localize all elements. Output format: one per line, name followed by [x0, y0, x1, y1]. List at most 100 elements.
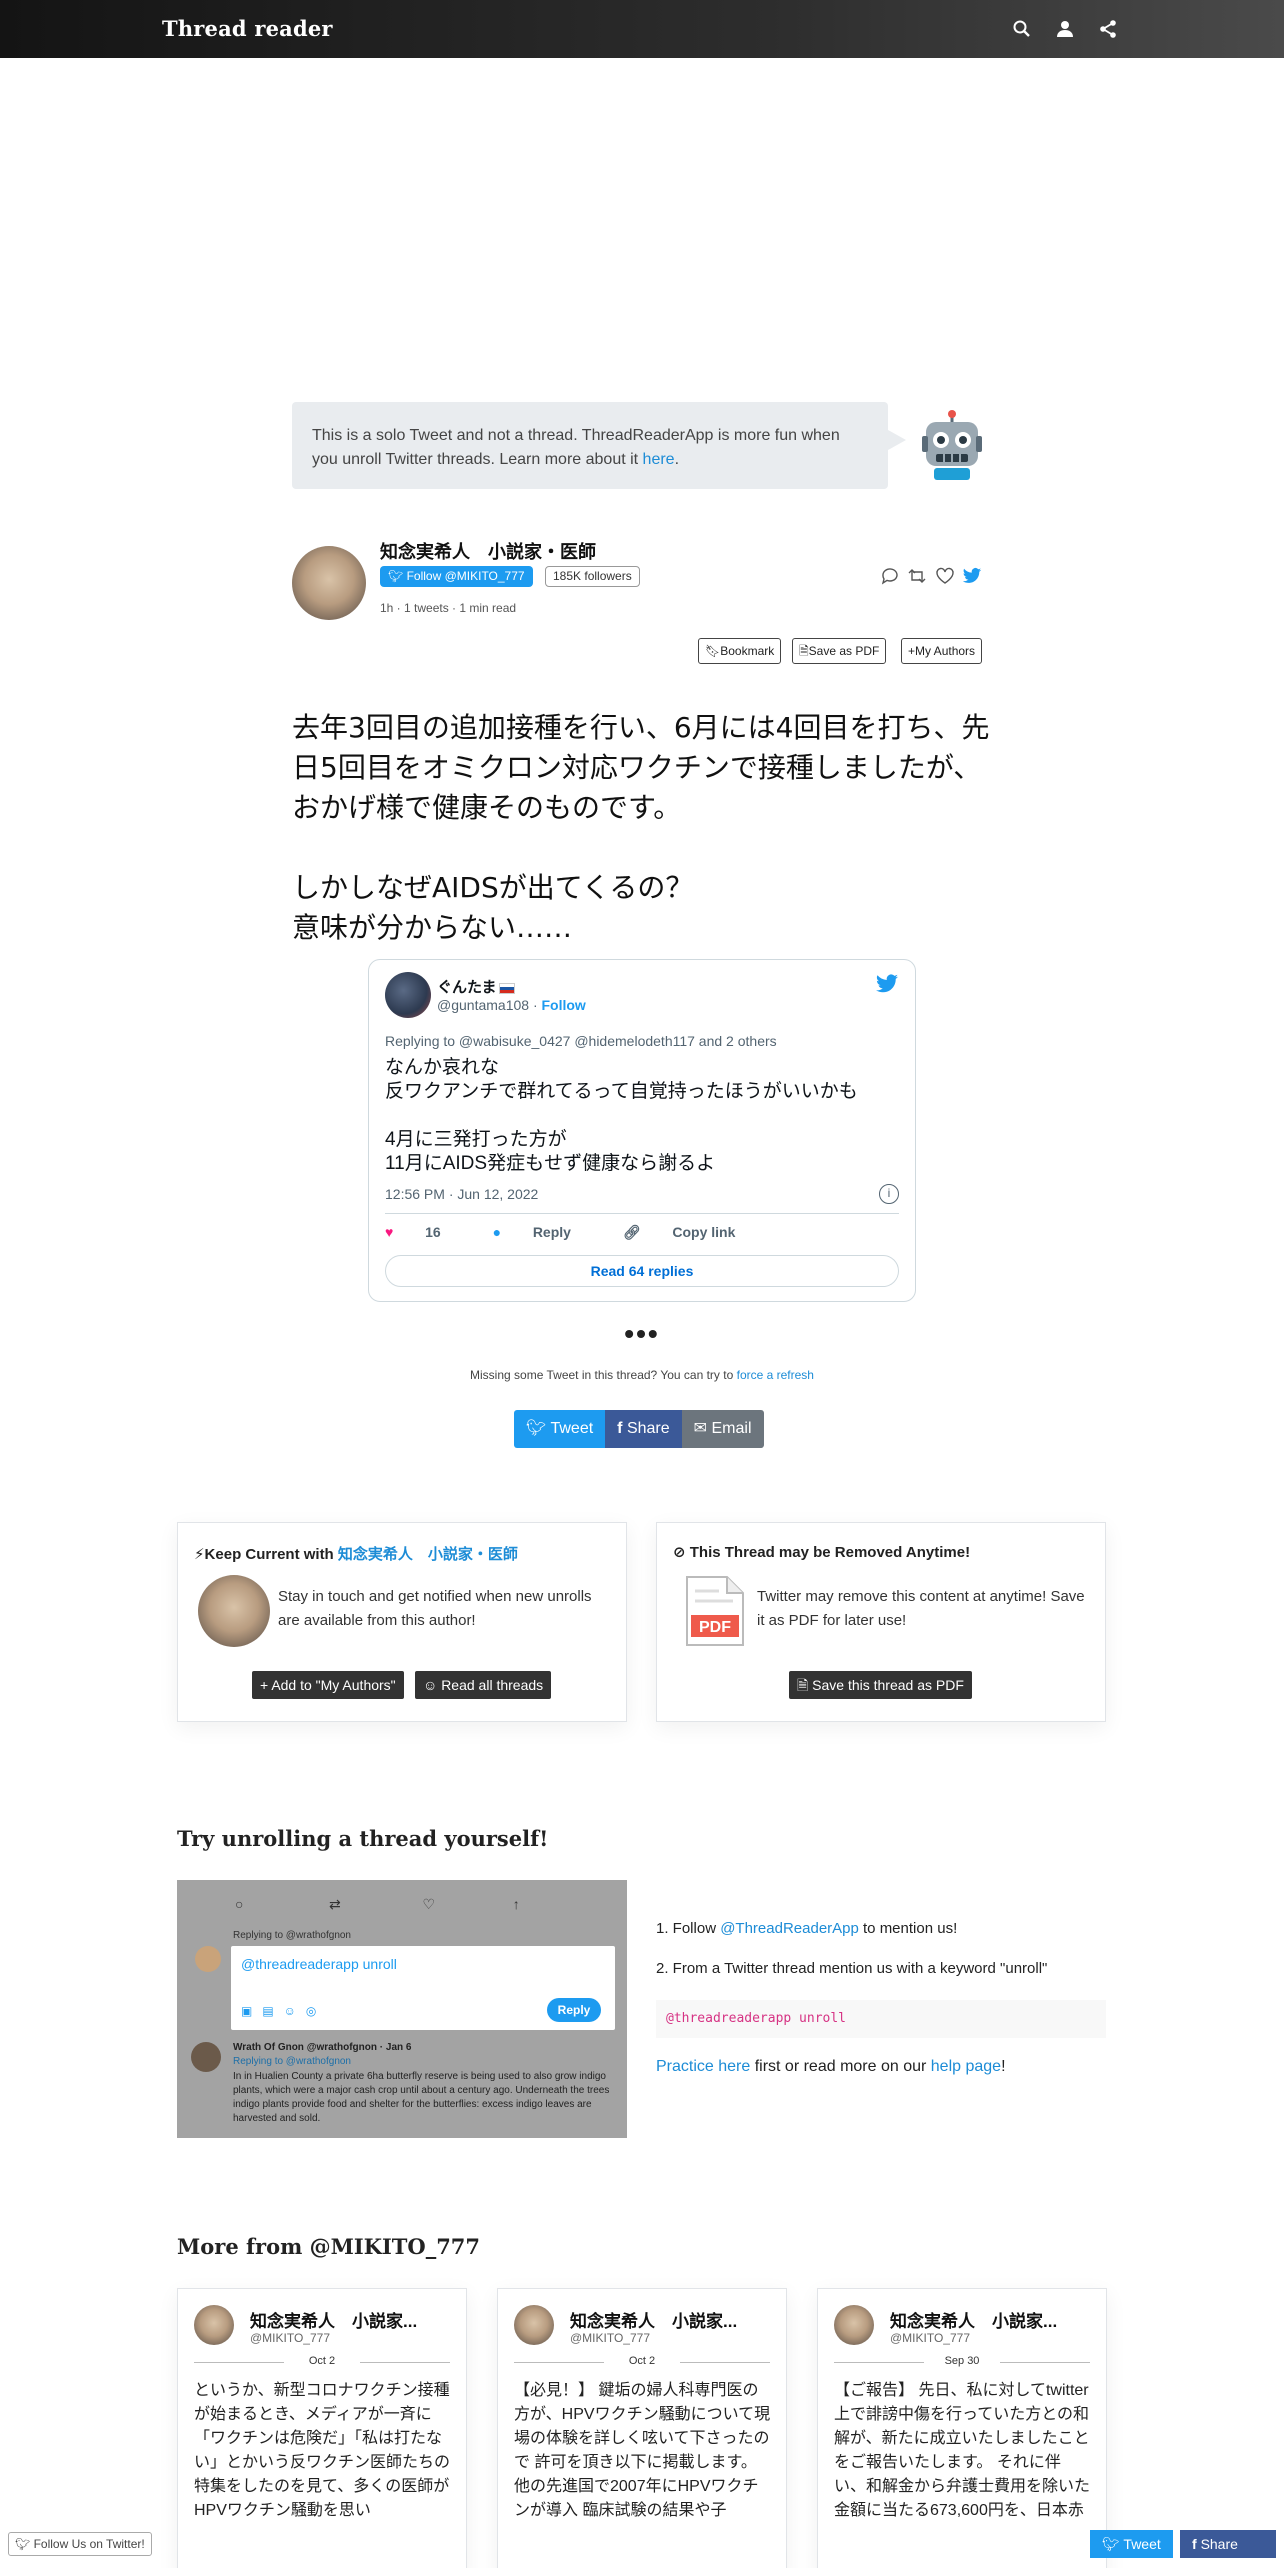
- save-pdf-button[interactable]: 🗎Save as PDF: [792, 638, 887, 664]
- reply-bubble-icon: ●: [492, 1224, 502, 1240]
- more-dots: •••: [624, 1318, 660, 1349]
- notice-link[interactable]: here: [643, 451, 675, 468]
- embed-timestamp[interactable]: 12:56 PM · Jun 12, 2022: [385, 1186, 538, 1202]
- facebook-icon: f: [617, 1420, 623, 1437]
- embed-replying-to: Replying to @wabisuke_0427 @hidemelodeth…: [385, 1033, 777, 1049]
- read-all-threads-button[interactable]: ☺︎ Read all threads: [415, 1671, 552, 1699]
- unroll-code: @threadreaderapp unroll: [656, 2000, 1106, 2038]
- notice-tail: [888, 430, 906, 450]
- card-date: Oct 2: [514, 2355, 770, 2367]
- embed-like[interactable]: ♥ 16: [385, 1224, 465, 1240]
- author-name[interactable]: 知念実希人 小説家・医師: [380, 538, 596, 564]
- author-avatar: [194, 2305, 234, 2345]
- card-text: というか、新型コロナワクチン接種が始まるとき、メディアが一斉に「ワクチンは危険だ…: [194, 2382, 451, 2519]
- card-text: 【必見！】 鍵垢の婦人科専門医の方が、HPVワクチン騒動について現場の体験を詳し…: [514, 2382, 771, 2519]
- brand-logo[interactable]: Thread reader: [162, 16, 333, 41]
- flag-icon: [498, 982, 515, 994]
- card-author-name: 知念実希人 小説家...: [250, 2312, 418, 2331]
- help-page-link[interactable]: help page: [931, 2058, 1001, 2075]
- thread-card[interactable]: 知念実希人 小説家... @MIKITO_777 Oct 2 というか、新型コロ…: [177, 2288, 467, 2568]
- practice-link[interactable]: Practice here: [656, 2058, 750, 2075]
- threadreaderapp-link[interactable]: @ThreadReaderApp: [720, 1920, 859, 1937]
- thread-card[interactable]: 知念実希人 小説家... @MIKITO_777 Sep 30 【ご報告】 先日…: [817, 2288, 1107, 2568]
- my-authors-button[interactable]: +My Authors: [901, 638, 983, 664]
- tweet-text: 去年3回目の追加接種を行い、6月には4回目を打ち、先日5回目をオミクロン対応ワク…: [292, 711, 990, 944]
- twitter-bird-icon: 🐦︎: [1102, 2536, 1120, 2552]
- follow-label: Follow @MIKITO_777: [406, 569, 525, 583]
- heart-icon: ♥: [385, 1224, 394, 1240]
- plus-icon: +: [260, 1677, 269, 1693]
- follow-us-button[interactable]: 🐦︎ Follow Us on Twitter!: [8, 2532, 152, 2556]
- author-avatar: [834, 2305, 874, 2345]
- link-icon: 🔗︎: [622, 1224, 641, 1240]
- like-icon[interactable]: [935, 566, 957, 588]
- twitter-logo-icon[interactable]: [875, 972, 899, 996]
- card-author-name: 知念実希人 小説家...: [570, 2312, 738, 2331]
- save-thread-pdf-button[interactable]: 🗎 Save this thread as PDF: [789, 1671, 972, 1699]
- practice-line: Practice here first or read more on our …: [656, 2058, 1006, 2075]
- card-author-handle: @MIKITO_777: [250, 2331, 330, 2345]
- removal-title: ⊘ This Thread may be Removed Anytime!: [673, 1544, 971, 1561]
- search-icon[interactable]: [1012, 19, 1032, 39]
- example-author: Wrath Of Gnon @wrathofgnon · Jan 6: [233, 2042, 412, 2053]
- divider: [385, 1213, 899, 1214]
- plus-icon: +: [908, 644, 916, 658]
- retweet-icon[interactable]: [907, 566, 929, 588]
- embed-copy-link[interactable]: 🔗︎ Copy link: [623, 1224, 760, 1240]
- thread-card[interactable]: 知念実希人 小説家... @MIKITO_777 Oct 2 【必見！】 鍵垢の…: [497, 2288, 787, 2568]
- try-unrolling-heading: Try unrolling a thread yourself!: [177, 1826, 549, 1851]
- footer-tweet-button[interactable]: 🐦︎ Tweet: [1090, 2530, 1173, 2558]
- ban-icon: ⊘: [673, 1544, 686, 1561]
- example-reply-button: Reply: [547, 1998, 601, 2022]
- facebook-icon: f: [1192, 2536, 1197, 2552]
- bolt-icon: ⚡︎: [194, 1546, 205, 1563]
- example-media-icons: ▣ ▤ ☺ ◎: [241, 2004, 317, 2018]
- example-replying-2: Replying to @wrathofgnon: [233, 2056, 351, 2067]
- card-author-handle: @MIKITO_777: [890, 2331, 970, 2345]
- card-text: 【ご報告】 先日、私に対してtwitter上で誹謗中傷を行っていた方との和解が、…: [834, 2382, 1091, 2519]
- embed-reply-action[interactable]: ● Reply: [493, 1224, 595, 1240]
- top-navbar: Thread reader: [0, 0, 1284, 58]
- author-avatar: [514, 2305, 554, 2345]
- bookmark-label: Bookmark: [720, 644, 775, 658]
- bookmark-icon: 🔖︎: [705, 644, 721, 658]
- keep-current-text: Stay in touch and get notified when new …: [278, 1588, 592, 1629]
- reply-icon[interactable]: [880, 566, 902, 588]
- embed-avatar[interactable]: [385, 972, 431, 1018]
- removal-text: Twitter may remove this content at anyti…: [757, 1588, 1085, 1629]
- more-from-heading: More from @MIKITO_777: [177, 2234, 481, 2259]
- twitter-bird-icon: 🐦︎: [388, 569, 404, 583]
- read-replies-button[interactable]: Read 64 replies: [385, 1255, 899, 1287]
- embed-text: なんか哀れな 反ワクアンチで群れてるって自覚持ったほうがいいかも 4月に三発打っ…: [385, 1057, 858, 1174]
- embed-handle: @guntama108 · Follow: [437, 997, 586, 1013]
- author-avatar[interactable]: [198, 1575, 270, 1647]
- card-author-handle: @MIKITO_777: [570, 2331, 650, 2345]
- unroll-example-image: ○ ⇄ ♡ ↑ Replying to @wrathofgnon @thread…: [177, 1880, 627, 2138]
- email-share-button[interactable]: ✉ Email: [681, 1410, 764, 1448]
- follow-button[interactable]: 🐦︎ Follow @MIKITO_777: [380, 566, 533, 587]
- embed-author-name[interactable]: ぐんたま: [437, 976, 515, 997]
- my-authors-label: My Authors: [915, 644, 976, 658]
- info-icon[interactable]: i: [879, 1184, 899, 1204]
- author-link[interactable]: 知念実希人 小説家・医師: [338, 1546, 518, 1563]
- add-to-my-authors-button[interactable]: + Add to "My Authors": [252, 1671, 404, 1699]
- envelope-icon: ✉: [693, 1420, 708, 1437]
- notice-text: This is a solo Tweet and not a thread. T…: [312, 427, 840, 468]
- file-icon: 🗎: [797, 1677, 809, 1693]
- author-avatar[interactable]: [292, 546, 366, 620]
- pdf-file-icon: PDF: [683, 1575, 747, 1647]
- user-icon[interactable]: [1055, 19, 1075, 39]
- twitter-logo-icon[interactable]: [962, 566, 984, 588]
- embed-follow-link[interactable]: Follow: [542, 997, 586, 1013]
- share-icon[interactable]: [1098, 19, 1118, 39]
- tweet-share-button[interactable]: 🐦︎ Tweet: [514, 1410, 606, 1448]
- footer-share-button[interactable]: f Share: [1180, 2530, 1276, 2558]
- embedded-tweet[interactable]: ぐんたま @guntama108 · Follow Replying to @w…: [368, 959, 916, 1302]
- force-refresh-link[interactable]: force a refresh: [737, 1368, 814, 1382]
- keep-current-title: ⚡︎Keep Current with 知念実希人 小説家・医師: [194, 1546, 518, 1563]
- embed-stats: ♥ 16 ● Reply 🔗︎ Copy link: [385, 1224, 783, 1241]
- facebook-share-button[interactable]: f Share: [605, 1410, 682, 1448]
- share-buttons: 🐦︎ Tweet f Share ✉ Email: [514, 1410, 764, 1448]
- bookmark-button[interactable]: 🔖︎Bookmark: [698, 638, 782, 664]
- solo-tweet-notice: This is a solo Tweet and not a thread. T…: [292, 402, 888, 489]
